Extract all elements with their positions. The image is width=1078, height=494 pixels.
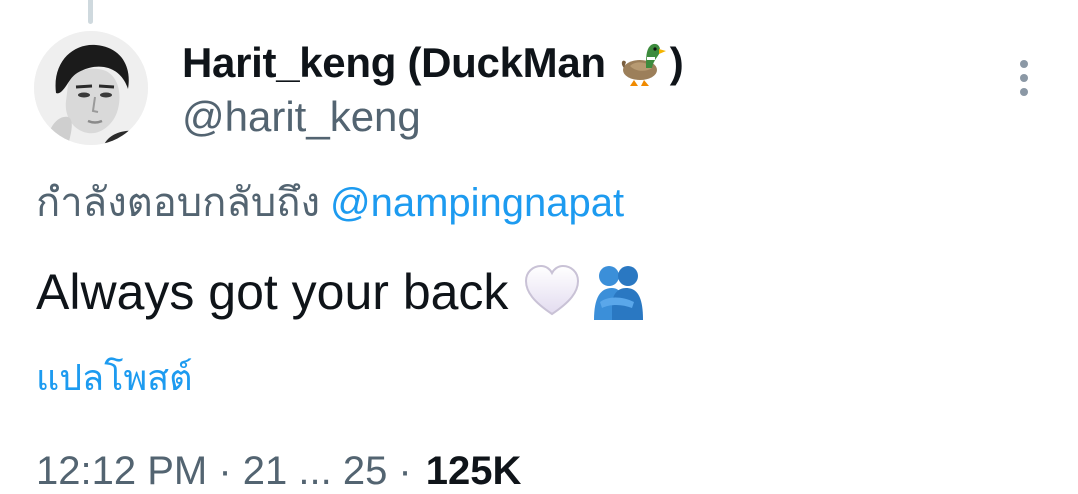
author-display-name[interactable]: Harit_keng (DuckMan ) (182, 38, 684, 88)
people-hugging-icon (588, 262, 648, 322)
author-name-suffix: ) (669, 39, 684, 86)
tweet-text: Always got your back (36, 262, 648, 322)
avatar-image (34, 31, 148, 145)
tweet-text-content: Always got your back (36, 264, 509, 320)
replying-to: กำลังตอบกลับถึง @nampingnapat (36, 180, 624, 226)
replying-to-label: กำลังตอบกลับถึง (36, 181, 320, 225)
tweet-meta: 12:12 PM · 21 ... 25 · 125K (36, 448, 521, 494)
avatar[interactable] (34, 31, 148, 145)
duck-icon (616, 38, 666, 88)
replying-to-mention[interactable]: @nampingnapat (330, 181, 624, 225)
white-heart-icon (522, 262, 582, 322)
author-handle[interactable]: @harit_keng (182, 93, 421, 141)
more-dot-icon (1020, 88, 1028, 96)
tweet-timestamp[interactable]: 12:12 PM · 21 ... 25 · (36, 449, 412, 493)
thread-connector-line (88, 0, 93, 24)
more-dot-icon (1020, 60, 1028, 68)
author-name-text: Harit_keng (DuckMan (182, 39, 606, 86)
more-options-button[interactable] (1004, 56, 1044, 100)
more-dot-icon (1020, 74, 1028, 82)
translate-post-link[interactable]: แปลโพสต์ (36, 356, 193, 400)
tweet-views-count[interactable]: 125K (426, 449, 522, 493)
